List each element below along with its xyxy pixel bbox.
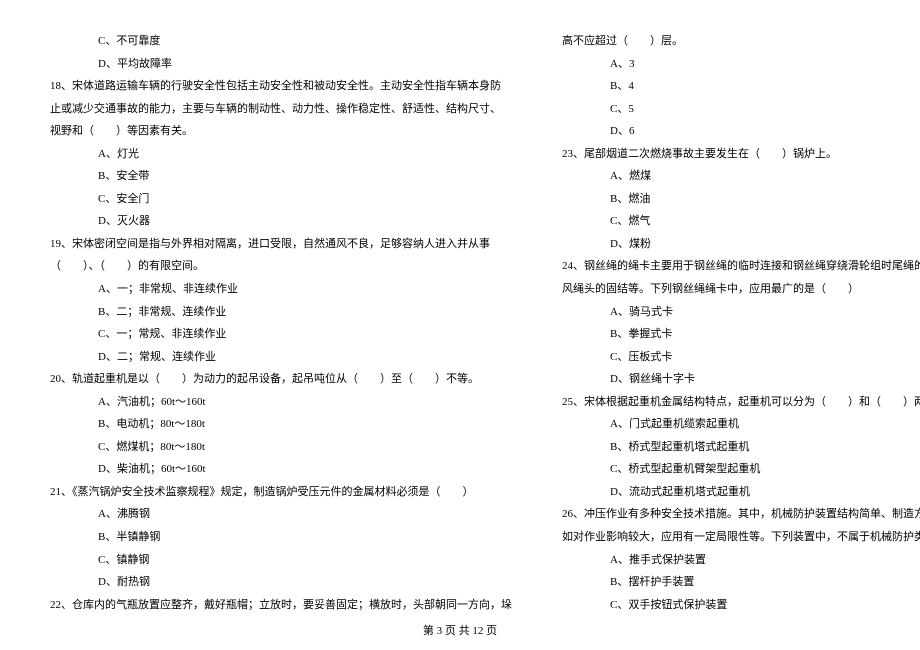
- option-21a: A、沸腾钢: [50, 503, 512, 526]
- option-19c: C、一；常规、非连续作业: [50, 323, 512, 346]
- option-23a: A、燃煤: [562, 165, 920, 188]
- option-25d: D、流动式起重机塔式起重机: [562, 481, 920, 504]
- question-26-line2: 如对作业影响较大，应用有一定局限性等。下列装置中，不属于机械防护类型的是（ ）: [562, 526, 920, 549]
- option-18a: A、灯光: [50, 143, 512, 166]
- question-22-line1: 22、仓库内的气瓶放置应整齐，戴好瓶帽；立放时，要妥善固定；横放时，头部朝同一方…: [50, 594, 512, 617]
- option-23b: B、燃油: [562, 188, 920, 211]
- option-19b: B、二；非常规、连续作业: [50, 301, 512, 324]
- option-24c: C、压板式卡: [562, 346, 920, 369]
- option-20b: B、电动机；80t～180t: [50, 413, 512, 436]
- question-20: 20、轨道起重机是以（ ）为动力的起吊设备，起吊吨位从（ ）至（ ）不等。: [50, 368, 512, 391]
- option-18d: D、灭火器: [50, 210, 512, 233]
- option-25b: B、桥式型起重机塔式起重机: [562, 436, 920, 459]
- option-21c: C、镇静钢: [50, 549, 512, 572]
- right-column: 高不应超过（ ）层。 A、3 B、4 C、5 D、6 23、尾部烟道二次燃烧事故…: [562, 30, 920, 610]
- option-23d: D、煤粉: [562, 233, 920, 256]
- option-26a: A、推手式保护装置: [562, 549, 920, 572]
- question-19-line2: （ ）、（ ）的有限空间。: [50, 255, 512, 278]
- question-18-line3: 视野和（ ）等因素有关。: [50, 120, 512, 143]
- option-26c: C、双手按钮式保护装置: [562, 594, 920, 617]
- option-17c: C、不可靠度: [50, 30, 512, 53]
- option-18b: B、安全带: [50, 165, 512, 188]
- question-18-line1: 18、宋体道路运输车辆的行驶安全性包括主动安全性和被动安全性。主动安全性指车辆本…: [50, 75, 512, 98]
- content-columns: C、不可靠度 D、平均故障率 18、宋体道路运输车辆的行驶安全性包括主动安全性和…: [50, 30, 870, 610]
- option-25a: A、门式起重机缆索起重机: [562, 413, 920, 436]
- option-21b: B、半镇静钢: [50, 526, 512, 549]
- question-26-line1: 26、冲压作业有多种安全技术措施。其中，机械防护装置结构简单、制造方便，但存在某…: [562, 503, 920, 526]
- option-17d: D、平均故障率: [50, 53, 512, 76]
- option-18c: C、安全门: [50, 188, 512, 211]
- option-21d: D、耐热钢: [50, 571, 512, 594]
- question-19-line1: 19、宋体密闭空间是指与外界相对隔离，进口受限，自然通风不良，足够容纳人进入并从…: [50, 233, 512, 256]
- option-22a: A、3: [562, 53, 920, 76]
- option-20a: A、汽油机；60t～160t: [50, 391, 512, 414]
- option-24d: D、钢丝绳十字卡: [562, 368, 920, 391]
- option-26b: B、摆杆护手装置: [562, 571, 920, 594]
- option-22c: C、5: [562, 98, 920, 121]
- option-22d: D、6: [562, 120, 920, 143]
- option-20d: D、柴油机；60t～160t: [50, 458, 512, 481]
- question-24-line2: 风绳头的固结等。下列钢丝绳绳卡中，应用最广的是（ ）: [562, 278, 920, 301]
- option-24b: B、拳握式卡: [562, 323, 920, 346]
- question-25: 25、宋体根据起重机金属结构特点，起重机可以分为（ ）和（ ）两大类别。: [562, 391, 920, 414]
- option-25c: C、桥式型起重机臂架型起重机: [562, 458, 920, 481]
- option-22b: B、4: [562, 75, 920, 98]
- left-column: C、不可靠度 D、平均故障率 18、宋体道路运输车辆的行驶安全性包括主动安全性和…: [50, 30, 512, 610]
- option-19a: A、一；非常规、非连续作业: [50, 278, 512, 301]
- option-20c: C、燃煤机；80t～180t: [50, 436, 512, 459]
- option-23c: C、燃气: [562, 210, 920, 233]
- question-23: 23、尾部烟道二次燃烧事故主要发生在（ ）锅炉上。: [562, 143, 920, 166]
- option-19d: D、二；常规、连续作业: [50, 346, 512, 369]
- option-24a: A、骑马式卡: [562, 301, 920, 324]
- question-24-line1: 24、钢丝绳的绳卡主要用于钢丝绳的临时连接和钢丝绳穿绕滑轮组时尾绳的固结，以及扒…: [562, 255, 920, 278]
- question-21: 21、《蒸汽锅炉安全技术监察规程》规定，制造锅炉受压元件的金属材料必须是（ ）: [50, 481, 512, 504]
- page-footer: 第 3 页 共 12 页: [0, 622, 920, 638]
- question-22-line2: 高不应超过（ ）层。: [562, 30, 920, 53]
- question-18-line2: 止或减少交通事故的能力，主要与车辆的制动性、动力性、操作稳定性、舒适性、结构尺寸…: [50, 98, 512, 121]
